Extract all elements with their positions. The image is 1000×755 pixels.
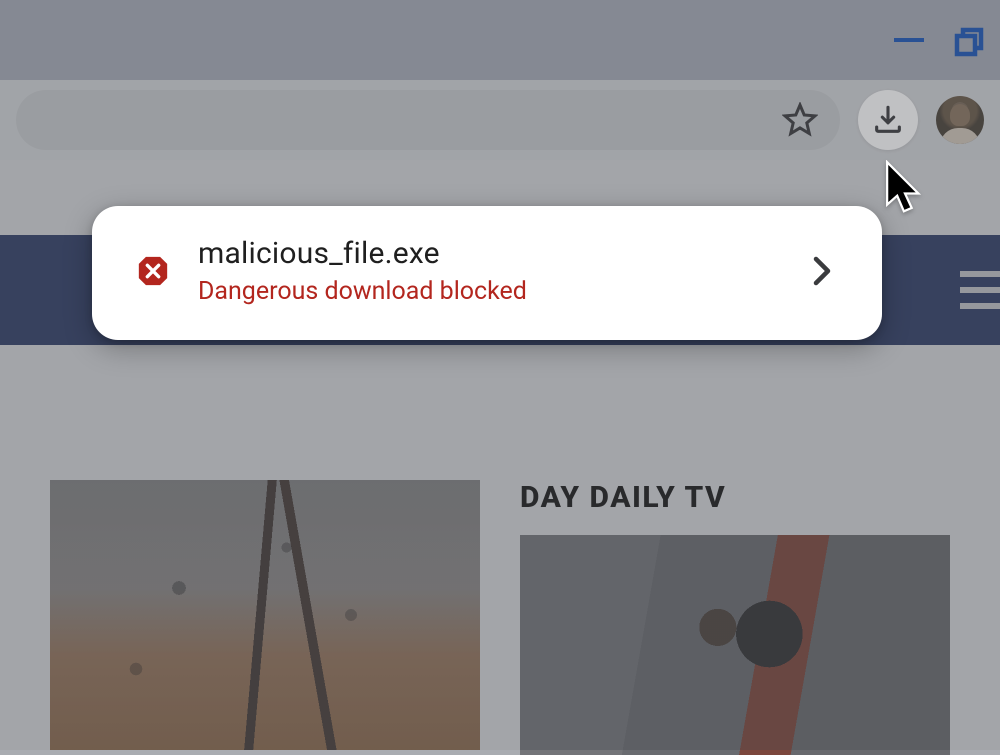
browser-toolbar xyxy=(0,80,1000,160)
downloads-popover: malicious_file.exe Dangerous download bl… xyxy=(92,206,882,340)
profile-avatar[interactable] xyxy=(936,96,984,144)
window-minimize-button[interactable] xyxy=(894,38,924,42)
download-status-text: Dangerous download blocked xyxy=(198,277,780,306)
article-image xyxy=(50,480,480,750)
article-tile-left[interactable] xyxy=(50,480,480,755)
address-bar[interactable] xyxy=(16,90,840,150)
downloads-button[interactable] xyxy=(858,90,918,150)
download-tray-icon xyxy=(871,103,905,137)
article-tile-right[interactable]: DAY DAILY TV xyxy=(520,480,950,755)
download-file-name: malicious_file.exe xyxy=(198,236,780,271)
window-titlebar xyxy=(0,0,1000,80)
article-headline: DAY DAILY TV xyxy=(520,480,950,515)
bookmark-star-icon[interactable] xyxy=(782,102,818,138)
download-item-text: malicious_file.exe Dangerous download bl… xyxy=(198,236,780,306)
page-content: DAY DAILY TV xyxy=(0,480,1000,755)
article-image xyxy=(520,535,950,755)
chevron-right-icon xyxy=(812,256,832,286)
window-restore-button[interactable] xyxy=(954,27,980,53)
download-details-button[interactable] xyxy=(808,257,836,285)
danger-blocked-icon xyxy=(136,254,170,288)
hamburger-menu-icon[interactable] xyxy=(960,271,1000,309)
